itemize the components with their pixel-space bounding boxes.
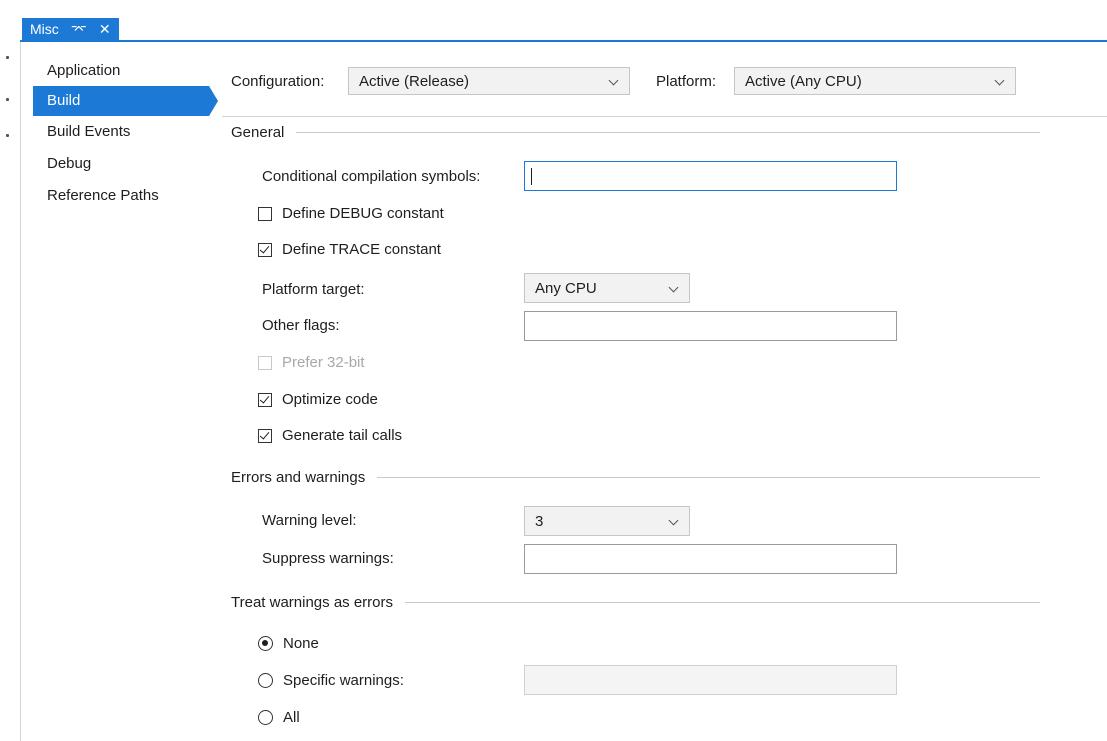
chevron-down-icon	[668, 282, 679, 293]
header-divider	[222, 116, 1107, 117]
gutter-marker	[6, 56, 9, 59]
section-title: Treat warnings as errors	[231, 594, 393, 611]
nav-item-debug[interactable]: Debug	[33, 148, 213, 180]
optimize-code-label: Optimize code	[282, 391, 378, 408]
warning-level-value: 3	[535, 512, 544, 530]
checkbox-box	[258, 242, 272, 257]
close-icon[interactable]: ✕	[99, 22, 111, 36]
section-treat-warnings-as-errors: Treat warnings as errors	[231, 594, 1040, 611]
conditional-symbols-input[interactable]	[524, 161, 897, 191]
specific-warnings-input	[524, 665, 897, 695]
section-title: Errors and warnings	[231, 469, 366, 486]
platform-value: Active (Any CPU)	[745, 72, 862, 90]
generate-tail-calls-checkbox[interactable]: Generate tail calls	[258, 427, 402, 444]
section-rule	[377, 477, 1040, 478]
suppress-warnings-input[interactable]	[524, 544, 897, 574]
section-rule	[405, 602, 1040, 603]
chevron-down-icon	[668, 515, 679, 526]
checkbox-box	[258, 392, 272, 407]
configuration-select[interactable]: Active (Release)	[348, 67, 630, 95]
radio-circle	[258, 710, 273, 725]
checkbox-box	[258, 428, 272, 443]
pin-icon[interactable]: ⌤	[71, 22, 87, 36]
warning-level-label: Warning level:	[262, 512, 357, 529]
nav-item-application[interactable]: Application	[33, 60, 213, 86]
platform-select[interactable]: Active (Any CPU)	[734, 67, 1016, 95]
checkbox-box	[258, 206, 272, 221]
nav-item-build[interactable]: Build	[33, 86, 218, 116]
document-tab-title: Misc	[30, 21, 59, 37]
suppress-warnings-label: Suppress warnings:	[262, 550, 394, 567]
radio-all[interactable]: All	[258, 709, 300, 726]
other-flags-input[interactable]	[524, 311, 897, 341]
text-caret	[531, 168, 532, 185]
nav-item-label: Build	[47, 92, 81, 109]
nav-item-reference-paths[interactable]: Reference Paths	[33, 180, 213, 212]
define-trace-checkbox[interactable]: Define TRACE constant	[258, 241, 441, 258]
platform-target-label: Platform target:	[262, 281, 365, 298]
configuration-value: Active (Release)	[359, 72, 470, 90]
optimize-code-checkbox[interactable]: Optimize code	[258, 391, 378, 408]
gutter-marker	[6, 134, 9, 137]
radio-all-label: All	[283, 709, 300, 726]
nav-item-build-events[interactable]: Build Events	[33, 116, 213, 148]
generate-tail-calls-label: Generate tail calls	[282, 427, 403, 444]
configuration-label: Configuration:	[231, 73, 325, 90]
radio-none[interactable]: None	[258, 635, 319, 652]
nav-item-label: Reference Paths	[47, 187, 159, 204]
prefer-32-bit-checkbox: Prefer 32-bit	[258, 354, 365, 371]
radio-circle	[258, 636, 273, 651]
section-errors-and-warnings: Errors and warnings	[231, 469, 1040, 486]
nav-item-label: Application	[47, 62, 121, 79]
platform-target-select[interactable]: Any CPU	[524, 273, 690, 303]
define-trace-label: Define TRACE constant	[282, 241, 441, 258]
platform-target-value: Any CPU	[535, 279, 597, 297]
gutter-marker	[6, 98, 9, 101]
platform-label: Platform:	[656, 73, 717, 90]
radio-specific-warnings-label: Specific warnings:	[283, 672, 404, 689]
radio-specific-warnings[interactable]: Specific warnings:	[258, 672, 404, 689]
other-flags-label: Other flags:	[262, 317, 340, 334]
checkbox-box	[258, 355, 272, 370]
tab-strip	[20, 0, 1107, 40]
section-rule	[296, 132, 1040, 133]
nav-item-label: Debug	[47, 155, 92, 172]
property-pages-nav: Application Build Build Events Debug Ref…	[33, 60, 218, 212]
radio-none-label: None	[283, 635, 319, 652]
radio-circle	[258, 673, 273, 688]
section-title: General	[231, 124, 285, 141]
define-debug-checkbox[interactable]: Define DEBUG constant	[258, 205, 444, 222]
left-gutter	[0, 0, 21, 741]
define-debug-label: Define DEBUG constant	[282, 205, 444, 222]
prefer-32-bit-label: Prefer 32-bit	[282, 354, 365, 371]
document-tab-misc[interactable]: Misc ⌤ ✕	[22, 18, 119, 40]
conditional-symbols-label: Conditional compilation symbols:	[262, 168, 481, 185]
chevron-down-icon	[994, 75, 1005, 86]
section-general: General	[231, 124, 1040, 141]
warning-level-select[interactable]: 3	[524, 506, 690, 536]
nav-item-label: Build Events	[47, 123, 131, 140]
chevron-down-icon	[608, 75, 619, 86]
tab-strip-underline	[20, 40, 1107, 42]
